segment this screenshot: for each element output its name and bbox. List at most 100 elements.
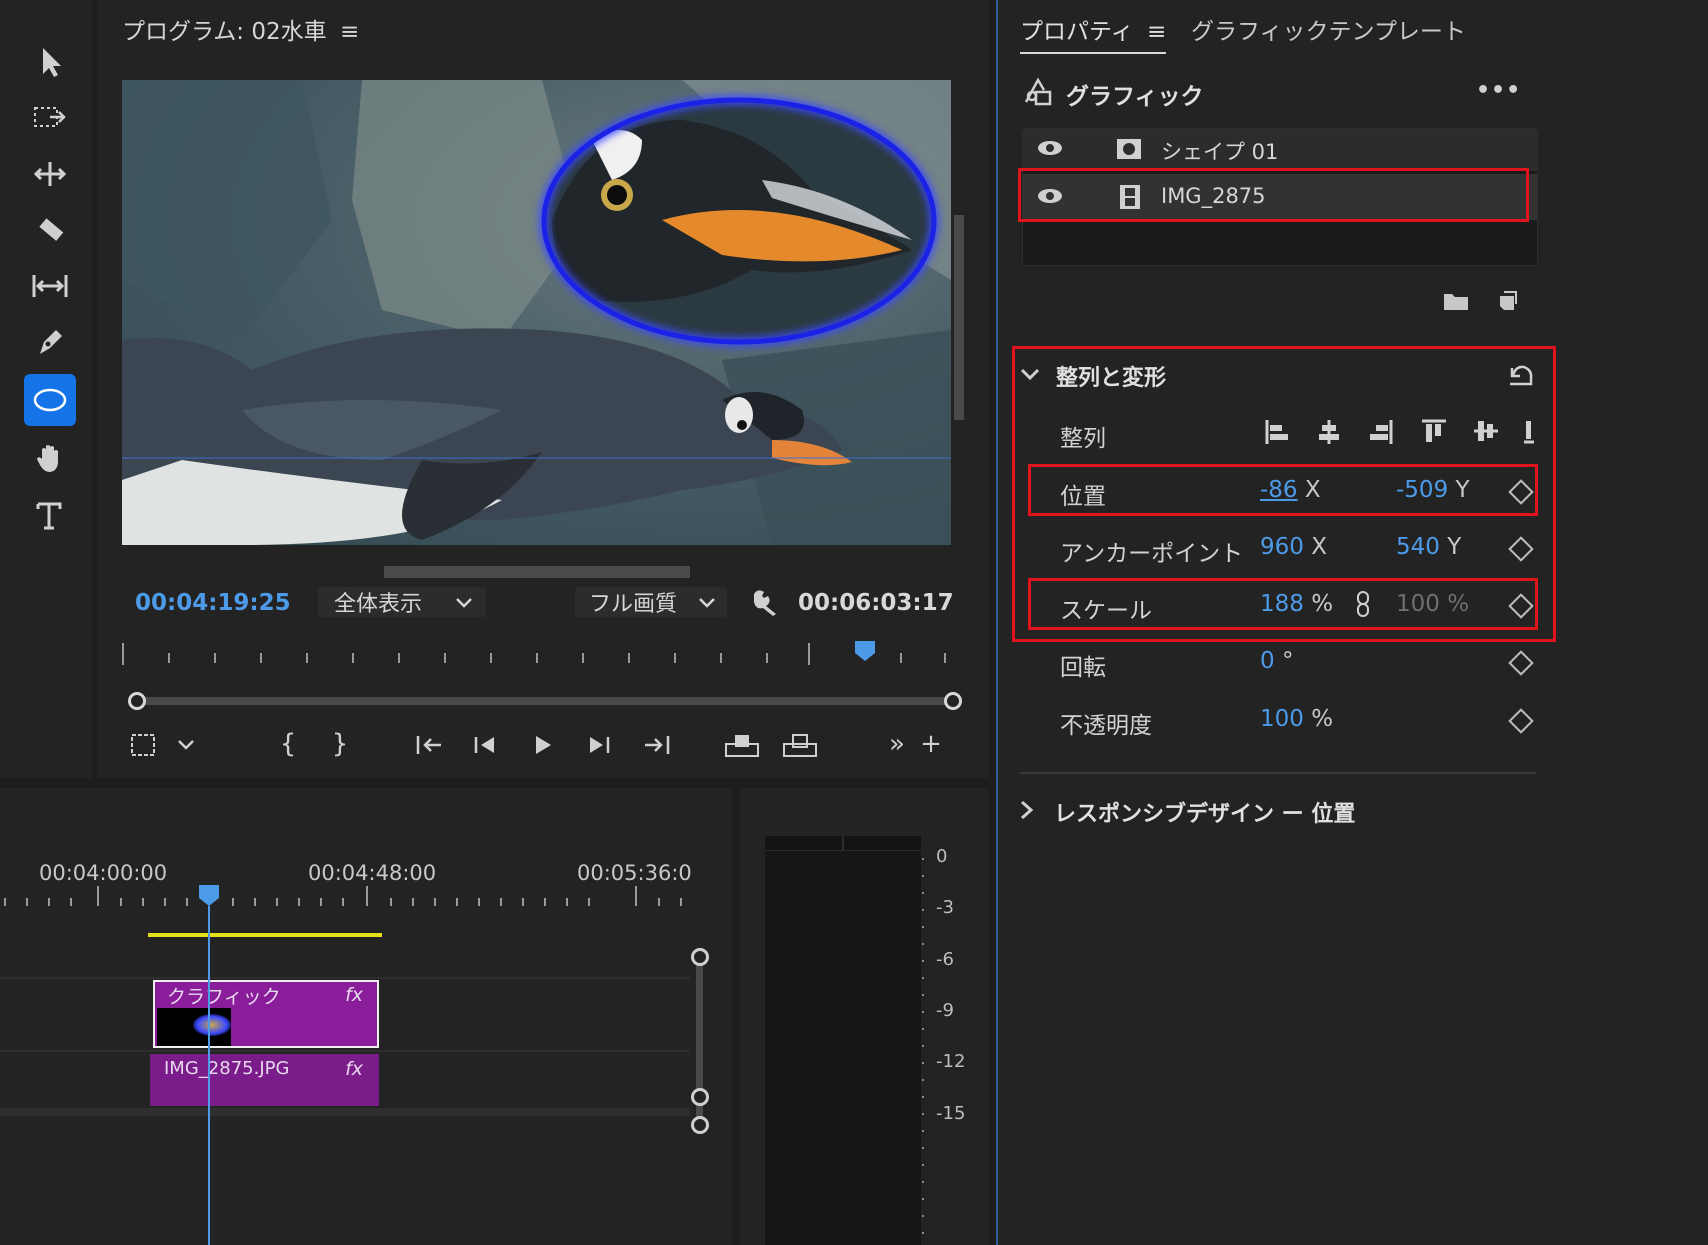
- position-y[interactable]: -509: [1396, 477, 1448, 503]
- section-divider: [1020, 772, 1536, 774]
- slip-tool[interactable]: [24, 260, 76, 312]
- opacity-label: 不透明度: [1060, 713, 1152, 739]
- align-top-icon[interactable]: [1420, 418, 1448, 448]
- fx-badge: fx: [345, 984, 363, 1006]
- safe-margins-button[interactable]: [126, 730, 160, 760]
- mark-out-button[interactable]: }: [328, 728, 352, 760]
- pen-tool[interactable]: [24, 316, 76, 368]
- layer-row[interactable]: シェイプ 01: [1023, 129, 1537, 171]
- video-frame[interactable]: [122, 80, 951, 545]
- chevron-down-icon: [699, 593, 715, 612]
- panel-menu-icon[interactable]: ≡: [340, 19, 359, 45]
- type-tool[interactable]: [24, 490, 76, 542]
- playhead-marker[interactable]: [854, 640, 876, 666]
- align-right-icon[interactable]: [1368, 418, 1394, 450]
- zoom-handle-right[interactable]: [944, 692, 962, 710]
- keyframe-toggle-icon[interactable]: [1508, 708, 1534, 734]
- anchor-x[interactable]: 960: [1260, 534, 1304, 560]
- graphic-icon: [1022, 76, 1056, 112]
- panel-menu-icon[interactable]: ≡: [1147, 19, 1166, 45]
- link-icon[interactable]: [1356, 590, 1370, 622]
- align-transform-header[interactable]: 整列と変形: [1020, 360, 1166, 392]
- program-monitor: プログラム: 02水車 ≡ 00:04:19:25 全体表示 フル画質 00:0…: [98, 0, 989, 778]
- track-zoom-slider[interactable]: [691, 948, 709, 1138]
- step-back-button[interactable]: [470, 730, 500, 760]
- align-bottom-icon[interactable]: [1524, 418, 1534, 448]
- meter-label: -12: [936, 1051, 966, 1072]
- align-center-v-icon[interactable]: [1472, 418, 1500, 448]
- responsive-design-header[interactable]: レスポンシブデザイン ー 位置: [1020, 796, 1355, 828]
- tab-properties-label: プロパティ: [1020, 19, 1134, 45]
- scale-value[interactable]: 188 %: [1260, 591, 1333, 617]
- add-button[interactable]: +: [916, 728, 946, 760]
- go-to-in-button[interactable]: [412, 730, 446, 760]
- hand-tool[interactable]: [24, 432, 76, 484]
- rotation-value[interactable]: 0 °: [1260, 648, 1293, 674]
- anchor-y[interactable]: 540: [1396, 534, 1440, 560]
- rotation-label: 回転: [1060, 655, 1106, 681]
- new-layer-icon[interactable]: [1496, 290, 1518, 316]
- opacity-number[interactable]: 100: [1260, 706, 1304, 732]
- opacity-value[interactable]: 100 %: [1260, 706, 1333, 732]
- timeline-time-0: 00:04:00:00: [39, 861, 168, 885]
- responsive-design-title: レスポンシブデザイン ー 位置: [1054, 802, 1356, 827]
- more-controls-button[interactable]: »: [882, 728, 912, 760]
- more-options-icon[interactable]: •••: [1476, 78, 1521, 103]
- timeline-ruler[interactable]: [0, 884, 700, 910]
- properties-panel: プロパティ ≡ グラフィックテンプレート グラフィック ••• シェイプ 01: [996, 0, 1708, 1245]
- meter-label: -9: [936, 1000, 954, 1021]
- meter-scale: 0 -3 -6 -9 -12 -15: [920, 846, 980, 1245]
- x-unit: X: [1304, 477, 1321, 503]
- vertical-scrollbar[interactable]: [954, 215, 964, 420]
- keyframe-toggle-icon[interactable]: [1508, 650, 1534, 676]
- track-divider: [0, 1108, 690, 1116]
- eye-icon[interactable]: [1037, 139, 1063, 161]
- new-group-icon[interactable]: [1442, 290, 1470, 316]
- scale-number[interactable]: 188: [1260, 591, 1304, 617]
- reset-icon[interactable]: [1506, 362, 1536, 392]
- work-area-bar[interactable]: [148, 933, 382, 937]
- rotation-number[interactable]: 0: [1260, 648, 1275, 674]
- align-left-icon[interactable]: [1264, 418, 1290, 450]
- anchor-x-value[interactable]: 960 X: [1260, 534, 1327, 560]
- meter-header: [765, 836, 921, 851]
- y-unit: Y: [1455, 477, 1470, 503]
- graphic-clip[interactable]: クラフィック fx: [153, 980, 379, 1048]
- anchor-y-value[interactable]: 540 Y: [1396, 534, 1461, 560]
- position-x-value[interactable]: -86 X: [1260, 477, 1321, 503]
- ellipse-tool[interactable]: [24, 374, 76, 426]
- step-forward-button[interactable]: [584, 730, 614, 760]
- wrench-icon[interactable]: [750, 588, 780, 620]
- zoom-bar[interactable]: [128, 692, 962, 710]
- tab-graphic-templates[interactable]: グラフィックテンプレート: [1191, 12, 1466, 46]
- selection-tool[interactable]: [24, 36, 76, 88]
- go-to-out-button[interactable]: [640, 730, 674, 760]
- lift-button[interactable]: [722, 730, 762, 760]
- current-timecode[interactable]: 00:04:19:25: [135, 590, 291, 616]
- position-y-value[interactable]: -509 Y: [1396, 477, 1470, 503]
- meter-label: -3: [936, 897, 954, 918]
- horizontal-scrollbar[interactable]: [384, 566, 690, 578]
- program-title: プログラム: 02水車 ≡: [122, 12, 359, 46]
- meter-label: -15: [936, 1103, 966, 1124]
- zoom-dropdown[interactable]: 全体表示: [318, 587, 486, 617]
- position-x[interactable]: -86: [1260, 477, 1298, 503]
- quality-dropdown[interactable]: フル画質: [575, 587, 727, 617]
- mini-ruler[interactable]: [122, 640, 952, 670]
- ripple-edit-tool[interactable]: [24, 148, 76, 200]
- image-clip[interactable]: IMG_2875.JPG fx: [150, 1054, 379, 1106]
- mark-in-button[interactable]: {: [276, 728, 300, 760]
- shape-layer-icon: [1115, 137, 1143, 165]
- play-button[interactable]: [528, 730, 558, 760]
- extract-button[interactable]: [780, 730, 820, 760]
- razor-tool[interactable]: [24, 204, 76, 256]
- program-title-text: プログラム: 02水車: [122, 19, 327, 45]
- chevron-down-icon[interactable]: [174, 730, 198, 760]
- zoom-handle-left[interactable]: [128, 692, 146, 710]
- align-center-h-icon[interactable]: [1316, 418, 1342, 450]
- clip-name: クラフィック: [167, 986, 281, 1008]
- fx-badge: fx: [345, 1058, 363, 1080]
- tab-properties[interactable]: プロパティ ≡: [1020, 12, 1167, 54]
- track-select-tool[interactable]: [24, 92, 76, 144]
- duration-timecode: 00:06:03:17: [798, 590, 954, 616]
